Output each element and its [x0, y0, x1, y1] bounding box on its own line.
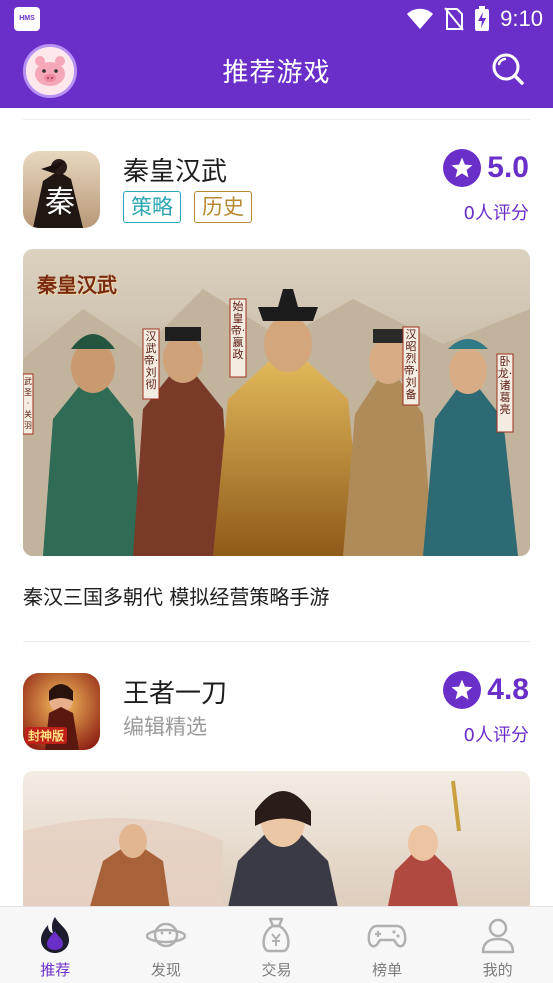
- banner-logo: 秦皇汉武: [37, 273, 117, 297]
- status-time: 9:10: [500, 6, 543, 31]
- user-icon: [481, 918, 514, 954]
- rating-count: 0人评分: [463, 725, 529, 746]
- banner-caption: 卧龙·诸葛亮: [497, 355, 513, 416]
- star-icon: [451, 157, 473, 178]
- search-icon: [492, 53, 524, 85]
- game-icon[interactable]: 封神版: [23, 673, 100, 750]
- nav-label: 交易: [261, 961, 292, 979]
- nav-item-recommend[interactable]: 推荐: [0, 907, 111, 983]
- flame-icon: [41, 917, 70, 953]
- nav-item-discover[interactable]: 发现: [111, 907, 222, 983]
- game-card-qinhuanghanwu[interactable]: 秦 秦皇汉武 策略 历史 5.0 0人评分 秦皇汉武 始皇帝·嬴政 汉武帝·刘彻…: [0, 149, 553, 621]
- game-name[interactable]: 秦皇汉武: [123, 151, 227, 188]
- banner-caption: 汉昭烈帝·刘备: [403, 328, 419, 401]
- star-badge: [443, 671, 482, 709]
- game-banner[interactable]: 秦皇汉武 始皇帝·嬴政 汉武帝·刘彻 汉昭烈帝·刘备 卧龙·诸葛亮 武圣·关羽: [23, 249, 530, 556]
- nav-item-mine[interactable]: 我的: [442, 907, 553, 983]
- nav-item-trade[interactable]: 交易: [221, 907, 332, 983]
- rating-score: 4.8: [487, 673, 529, 706]
- gamepad-icon: [367, 924, 407, 948]
- star-badge: [443, 149, 482, 187]
- nav-item-ranking[interactable]: 榜单: [332, 907, 443, 983]
- bottom-nav: 推荐 发现 交易 榜单 我的: [0, 906, 553, 983]
- game-list[interactable]: 秦 秦皇汉武 策略 历史 5.0 0人评分 秦皇汉武 始皇帝·嬴政 汉武帝·刘彻…: [0, 108, 553, 906]
- star-icon: [451, 679, 473, 700]
- banner-caption: 汉武帝·刘彻: [143, 330, 159, 391]
- nav-label: 我的: [482, 961, 513, 979]
- divider: [23, 119, 530, 120]
- game-banner[interactable]: [23, 771, 530, 906]
- tag-list: 策略 历史: [123, 191, 252, 223]
- rating: 4.8: [443, 671, 529, 709]
- tag-history: 历史: [194, 191, 252, 223]
- money-bag-icon: [262, 917, 291, 953]
- rating: 5.0: [443, 149, 529, 187]
- rating-count: 0人评分: [463, 203, 529, 224]
- divider: [23, 641, 530, 642]
- game-name[interactable]: 王者一刀: [123, 673, 227, 710]
- planet-icon: [145, 922, 186, 948]
- app-bar: 推荐游戏: [0, 38, 553, 108]
- hms-badge: HMS: [14, 7, 40, 31]
- game-icon-glyph: 秦: [45, 185, 75, 220]
- nav-label: 发现: [150, 961, 181, 979]
- search-button[interactable]: [491, 52, 525, 86]
- nav-label: 推荐: [40, 961, 71, 979]
- banner-caption: 始皇帝·嬴政: [230, 300, 246, 361]
- page-title: 推荐游戏: [222, 58, 331, 88]
- battery-charging-icon: [475, 6, 490, 31]
- status-icons: 9:10: [406, 5, 543, 33]
- game-icon-badge: 封神版: [25, 727, 68, 744]
- banner-caption: 武圣·关羽: [24, 377, 32, 430]
- game-icon[interactable]: 秦: [23, 151, 100, 228]
- wifi-icon: [407, 8, 434, 29]
- no-sim-icon: [444, 7, 464, 31]
- game-description: 秦汉三国多朝代 模拟经营策略手游: [23, 585, 330, 609]
- tag-strategy: 策略: [123, 191, 181, 223]
- game-card-wangzheyidao[interactable]: 封神版 王者一刀 编辑精选 4.8 0人评分: [0, 671, 553, 906]
- nav-label: 榜单: [372, 961, 403, 979]
- banner-artwork: [23, 771, 530, 906]
- status-bar: HMS 9:10: [0, 0, 553, 38]
- rating-score: 5.0: [487, 151, 529, 184]
- game-subtitle: 编辑精选: [123, 715, 207, 739]
